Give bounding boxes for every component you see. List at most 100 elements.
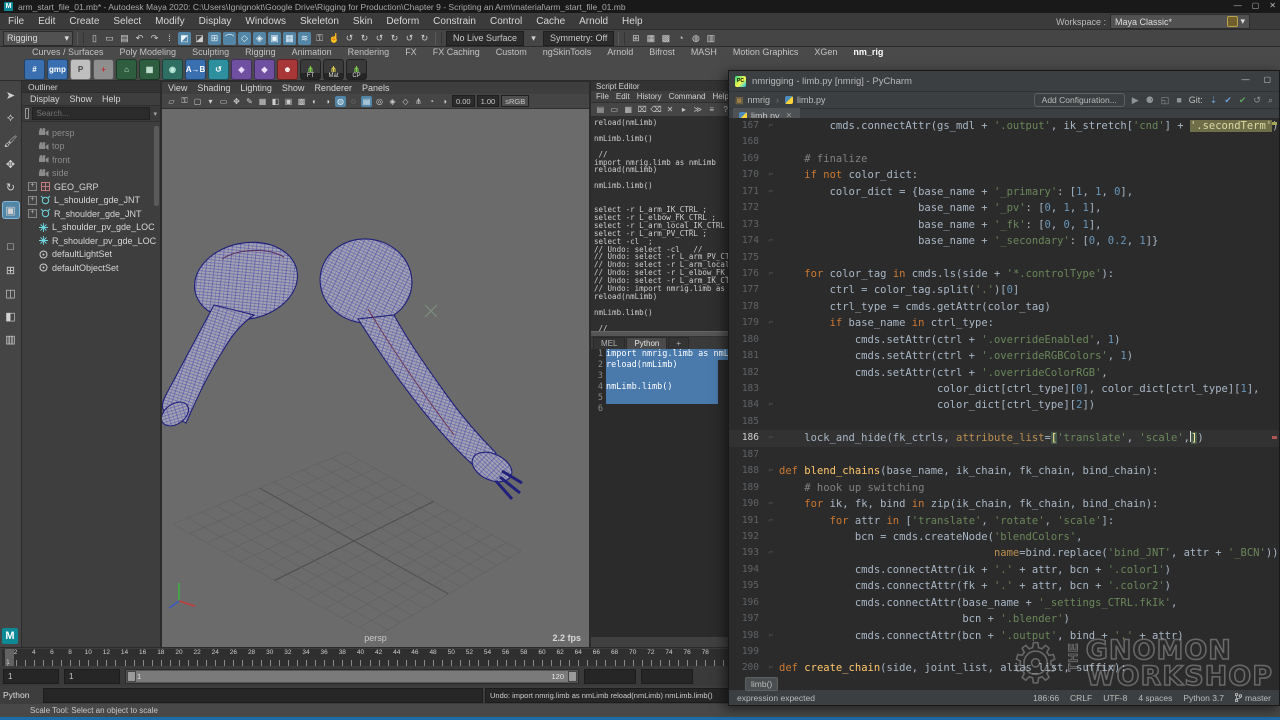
code-line-172[interactable]: 172 base_name + '_pv': [0, 1, 1], (729, 200, 1279, 216)
animation-end-field[interactable] (641, 669, 693, 684)
maya-menu-windows[interactable]: Windows (245, 16, 286, 27)
outliner-item-r_shoulder_gde_jnt[interactable]: +R_shoulder_gde_JNT (22, 207, 160, 221)
maya-menu-modify[interactable]: Modify (155, 16, 184, 27)
script-editor-tab-mel[interactable]: MEL (593, 337, 625, 349)
outliner-menu-show[interactable]: Show (70, 94, 93, 104)
script-editor-menu-command[interactable]: Command (669, 92, 706, 101)
playback-end-field[interactable] (584, 669, 636, 684)
code-line-176[interactable]: 176⌐ for color_tag in cmds.ls(side + '*.… (729, 266, 1279, 282)
maya-minimize-button[interactable]: — (1234, 1, 1242, 10)
script-editor-menu-file[interactable]: File (596, 92, 609, 101)
command-line-input[interactable] (43, 688, 483, 703)
code-line-200[interactable]: 200⌐def create_chain(side, joint_list, a… (729, 660, 1279, 676)
script-editor-menu-edit[interactable]: Edit (616, 92, 630, 101)
code-line-199[interactable]: 199 (729, 644, 1279, 660)
git-commit-icon[interactable]: ✔ (1224, 95, 1232, 106)
code-line-194[interactable]: 194 cmds.connectAttr(ik + '.' + attr, bc… (729, 562, 1279, 578)
code-line-175[interactable]: 175 (729, 250, 1279, 266)
file-encoding[interactable]: UTF-8 (1103, 693, 1127, 703)
code-line-193[interactable]: 193⌐ name=bind.replace('bind_JNT', attr … (729, 545, 1279, 561)
pycharm-maximize-button[interactable]: ▢ (1263, 75, 1271, 84)
highlight-selection-icon[interactable]: ☝ (328, 32, 341, 45)
screen-space-ao-icon[interactable]: ◍ (335, 96, 346, 107)
layout-single-icon[interactable]: □ (3, 239, 19, 255)
shelf-gmp-icon[interactable]: gmp (47, 59, 68, 80)
live-surface-field[interactable]: No Live Surface (446, 31, 524, 46)
symmetry-field[interactable]: Symmetry: Off (543, 31, 614, 46)
git-branch-name[interactable]: master (1245, 693, 1271, 703)
history-input-3-icon[interactable]: ↺ (373, 32, 386, 45)
shelf-green-1-icon[interactable]: ⌂ (116, 59, 137, 80)
outliner-menu-help[interactable]: Help (102, 94, 121, 104)
viewport-menu-shading[interactable]: Shading (197, 83, 230, 93)
indent-setting[interactable]: 4 spaces (1138, 693, 1172, 703)
script-input-line[interactable]: 5 (591, 393, 731, 404)
breadcrumb-project[interactable]: nmrig (748, 95, 771, 105)
maya-menu-cache[interactable]: Cache (536, 16, 565, 27)
se-execute-all-icon[interactable]: ≫ (692, 104, 703, 115)
line-ending[interactable]: CRLF (1070, 693, 1092, 703)
history-input-1-icon[interactable]: ↺ (343, 32, 356, 45)
outliner-item-top[interactable]: top (22, 140, 160, 154)
code-line-180[interactable]: 180 cmds.setAttr(ctrl + '.overrideEnable… (729, 332, 1279, 348)
bounding-box-mode-icon[interactable]: ▣ (283, 96, 294, 107)
camera-attrs-icon[interactable]: ▢ (192, 96, 203, 107)
se-save-shelf-icon[interactable]: ▦ (623, 104, 634, 115)
code-line-188[interactable]: 188⌐def blend_chains(base_name, ik_chain… (729, 463, 1279, 479)
workspace-lock-icon[interactable] (1227, 16, 1238, 27)
select-camera-icon[interactable]: ▱ (166, 96, 177, 107)
outliner-item-side[interactable]: side (22, 167, 160, 181)
history-input-6-icon[interactable]: ↻ (418, 32, 431, 45)
selection-mask-hierarchy-icon[interactable]: ⁞ (163, 32, 176, 45)
new-script-tab-button[interactable]: + (668, 337, 689, 349)
animation-start-field[interactable]: 1 (3, 669, 59, 684)
shelf-tab-fx-caching[interactable]: FX Caching (425, 47, 488, 58)
gamma-field[interactable]: 1.00 (477, 95, 500, 107)
undo-icon[interactable]: ↶ (133, 32, 146, 45)
maya-menu-select[interactable]: Select (113, 16, 141, 27)
snap-grid-icon[interactable]: ⊞ (208, 32, 221, 45)
shelf-tab-sculpting[interactable]: Sculpting (184, 47, 237, 58)
script-input-line[interactable]: 2reload(nmLimb) (591, 360, 731, 371)
shelf-reset-frame-icon[interactable]: ↺ (208, 59, 229, 80)
rotate-tool-icon[interactable]: ↻ (3, 179, 19, 195)
code-line-177[interactable]: 177 ctrl = color_tag.split('.')[0] (729, 282, 1279, 298)
code-line-190[interactable]: 190⌐ for ik, fk, bind in zip(ik_chain, f… (729, 496, 1279, 512)
se-open-icon[interactable]: ▭ (609, 104, 620, 115)
lighting-all-icon[interactable]: ◐ (309, 96, 320, 107)
script-input-line[interactable]: 6 (591, 404, 731, 415)
viewport-menu-show[interactable]: Show (282, 83, 305, 93)
script-editor-menu-history[interactable]: History (637, 92, 662, 101)
layout-four-icon[interactable]: ⊞ (3, 262, 19, 278)
inspections-ok-icon[interactable]: ✔ (1239, 95, 1247, 106)
maya-menu-control[interactable]: Control (490, 16, 522, 27)
snap-projected-center-icon[interactable]: ◈ (253, 32, 266, 45)
outliner-item-front[interactable]: front (22, 153, 160, 167)
render-settings-icon[interactable]: ▥ (704, 32, 717, 45)
viewport-panel[interactable]: ViewShadingLightingShowRendererPanels ▱⚿… (161, 81, 590, 647)
code-line-168[interactable]: 168 (729, 134, 1279, 150)
2d-pan-zoom-icon[interactable]: ✥ (231, 96, 242, 107)
shelf-tab-fx[interactable]: FX (397, 47, 425, 58)
pycharm-minimize-button[interactable]: — (1241, 75, 1249, 84)
outliner-item-r_shoulder_pv_gde_loc[interactable]: R_shoulder_pv_gde_LOC (22, 234, 160, 248)
layout-outliner-icon[interactable]: ◧ (3, 308, 19, 324)
new-scene-icon[interactable]: ▯ (88, 32, 101, 45)
viewport-menu-panels[interactable]: Panels (362, 83, 390, 93)
search-everywhere-icon[interactable]: ⌕ (1268, 95, 1273, 106)
script-input-line[interactable]: 1import nmrig.limb as nmLimb (591, 349, 731, 360)
shelf-tab-ngskintools[interactable]: ngSkinTools (535, 47, 600, 58)
exposure-field[interactable]: 0.00 (452, 95, 475, 107)
code-line-171[interactable]: 171⌐ color_dict = {base_name + '_primary… (729, 184, 1279, 200)
shelf-tab-motion-graphics[interactable]: Motion Graphics (725, 47, 807, 58)
code-line-187[interactable]: 187 (729, 447, 1279, 463)
shelf-joint-ft-icon[interactable]: ⋔FT (300, 59, 321, 80)
multisample-aa-icon[interactable]: ▤ (361, 96, 372, 107)
snap-view-plane-icon[interactable]: ▣ (268, 32, 281, 45)
paint-select-tool-icon[interactable]: 🖌 (3, 133, 19, 149)
maya-menu-help[interactable]: Help (622, 16, 643, 27)
expand-icon[interactable]: + (28, 182, 37, 191)
code-line-182[interactable]: 182 cmds.setAttr(ctrl + '.overrideColorR… (729, 365, 1279, 381)
render-current-frame-icon[interactable]: ◔ (674, 32, 687, 45)
code-line-197[interactable]: 197 bcn + '.blender') (729, 611, 1279, 627)
